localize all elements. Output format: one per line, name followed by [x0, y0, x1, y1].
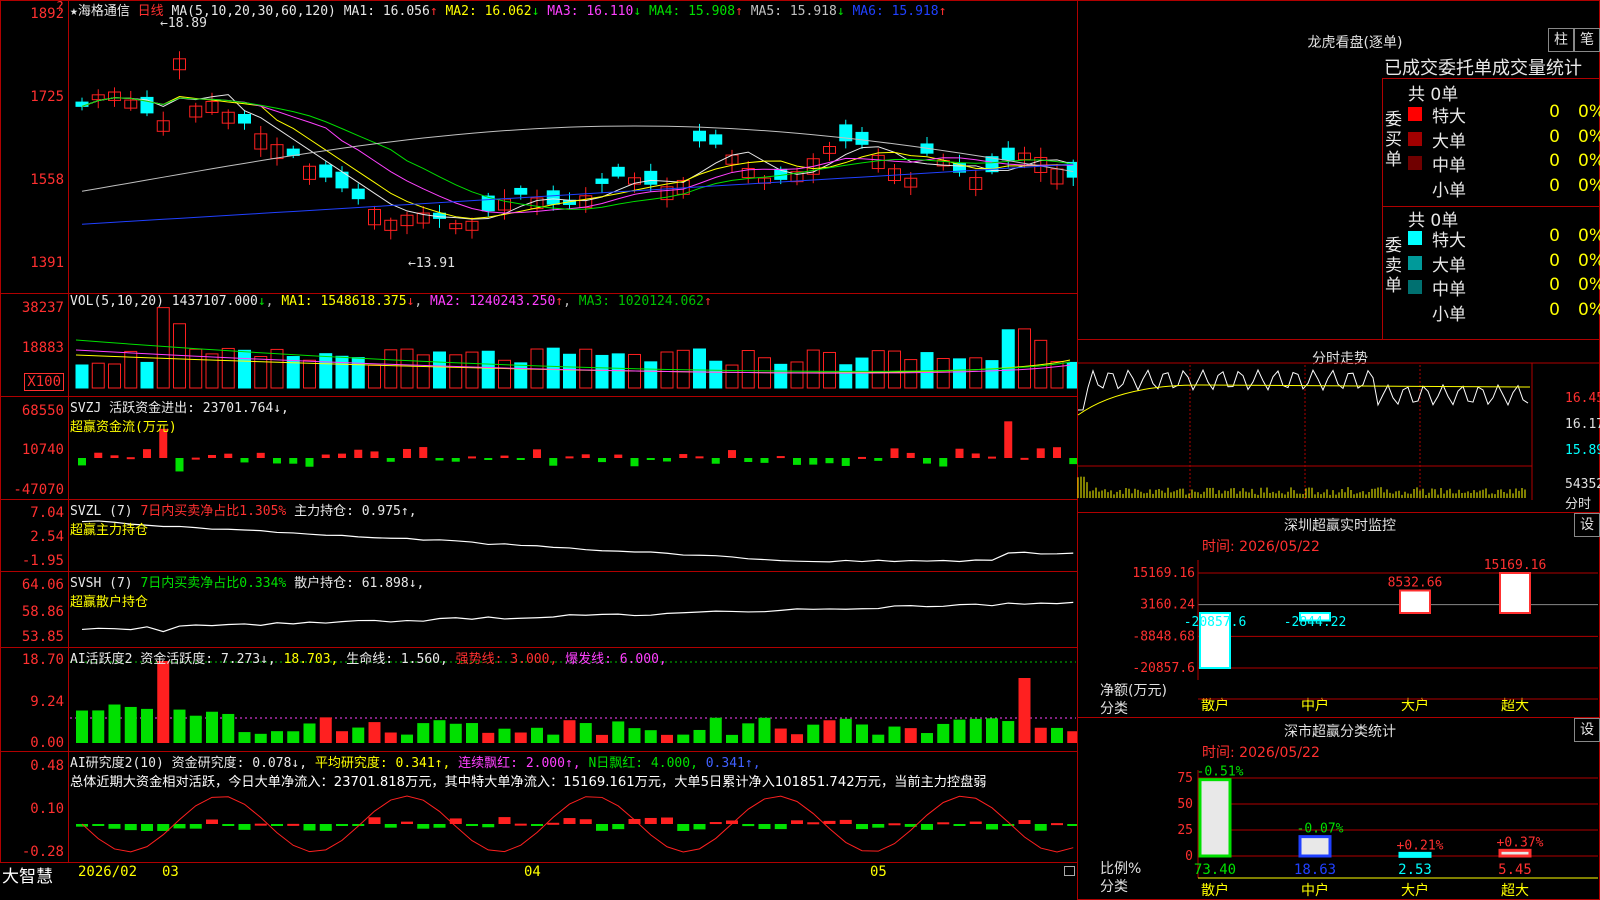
sz-class-change: -0.51% — [1197, 765, 1244, 780]
sz-class-value: 2.53 — [1398, 862, 1432, 878]
sz-class-value: 73.40 — [1194, 862, 1236, 878]
sz-class-value: 5.45 — [1498, 862, 1532, 878]
sz-class-bar — [1498, 848, 1532, 858]
sz-class-category: 大户 — [1401, 882, 1429, 899]
sz-class-bar — [1298, 835, 1332, 858]
sz-class-value: 18.63 — [1294, 862, 1336, 878]
sz-class-category: 中户 — [1301, 882, 1329, 899]
sz-class-category: 超大 — [1501, 883, 1529, 899]
sz-class-tick: 50 — [1177, 797, 1193, 812]
sz-class-ylabel: 比例% — [1100, 861, 1142, 877]
sz-class-bar — [1198, 778, 1232, 858]
sz-class-bar — [1398, 851, 1432, 858]
sz-class-category: 散户 — [1201, 882, 1229, 899]
sz-class-tick: 0 — [1185, 849, 1193, 864]
sz-class-change: +0.21% — [1397, 838, 1444, 853]
sz-class-tick: 25 — [1177, 823, 1193, 838]
sz-class-change: +0.37% — [1497, 835, 1544, 850]
sz-class-xlabel: 分类 — [1100, 879, 1128, 895]
sz-class-change: -0.07% — [1297, 822, 1344, 837]
sz-class-tick: 75 — [1177, 771, 1193, 786]
sz-class-chart: 75 50 25 0 -0.51% 73.40 散户 -0.07% 18.63 中户 +0.21% 2… — [1177, 765, 1598, 899]
